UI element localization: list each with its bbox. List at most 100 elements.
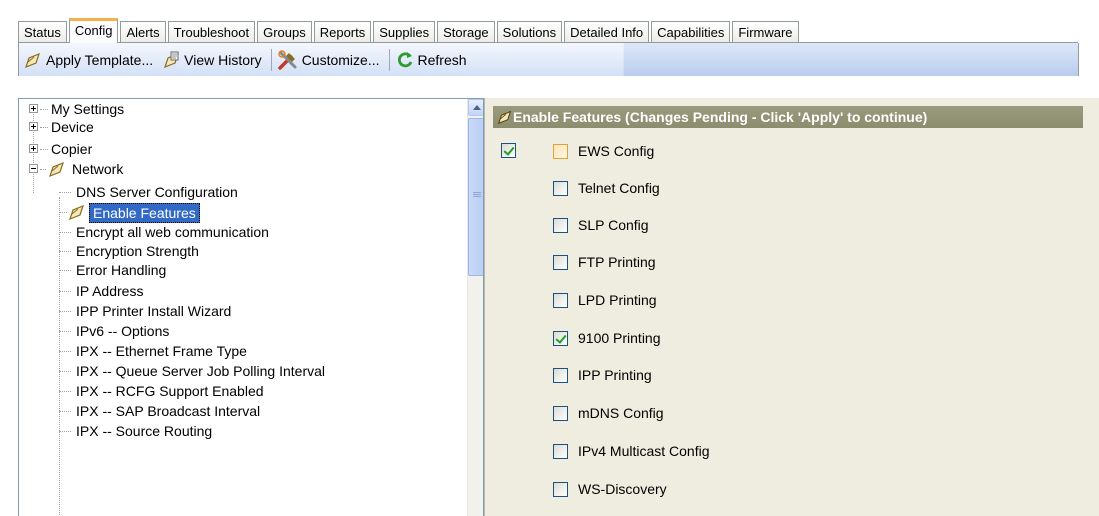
toolbar-fill bbox=[624, 43, 1078, 76]
tree-connector bbox=[40, 169, 46, 170]
expand-icon[interactable] bbox=[29, 144, 38, 153]
tree-connector bbox=[40, 149, 48, 150]
collapse-icon[interactable] bbox=[29, 164, 38, 173]
feature-label: Telnet Config bbox=[578, 180, 660, 196]
tree-item-label: DNS Server Configuration bbox=[76, 184, 238, 200]
tree-connector bbox=[59, 311, 71, 312]
tree-connector bbox=[59, 197, 60, 516]
feature-label: IPv4 Multicast Config bbox=[578, 443, 710, 459]
tree-connector bbox=[59, 411, 71, 412]
feature-ews-config[interactable]: EWS Config bbox=[553, 142, 654, 160]
feature-mdns-config[interactable]: mDNS Config bbox=[553, 404, 664, 422]
expand-icon[interactable] bbox=[29, 122, 38, 131]
tab-troubleshoot[interactable]: Troubleshoot bbox=[167, 21, 256, 43]
tab-firmware[interactable]: Firmware bbox=[732, 21, 799, 43]
tab-capabilities[interactable]: Capabilities bbox=[651, 21, 731, 43]
tree-connector bbox=[59, 331, 71, 332]
customize-label: Customize... bbox=[301, 51, 380, 68]
tree-item-label-selected: Enable Features bbox=[89, 203, 200, 223]
tree-item-label: Error Handling bbox=[76, 262, 167, 278]
checkbox[interactable] bbox=[553, 367, 568, 383]
tree-item-label: Copier bbox=[51, 141, 93, 157]
scroll-thumb[interactable] bbox=[468, 118, 483, 276]
tab-list: Status Config Alerts Troubleshoot Groups… bbox=[18, 18, 801, 43]
feature-label: 9100 Printing bbox=[578, 330, 661, 346]
feature-telnet-config[interactable]: Telnet Config bbox=[553, 179, 660, 197]
tab-detailed-info[interactable]: Detailed Info bbox=[564, 21, 650, 43]
tree-connector bbox=[59, 431, 71, 432]
feature-label: WS-Discovery bbox=[578, 481, 667, 497]
checkbox[interactable] bbox=[553, 180, 568, 196]
apply-template-icon bbox=[25, 52, 40, 68]
feature-lpd-printing[interactable]: LPD Printing bbox=[553, 291, 657, 309]
feature-label: mDNS Config bbox=[578, 405, 664, 421]
tree-connector bbox=[59, 291, 71, 292]
tree-connector bbox=[59, 232, 71, 233]
feature-ipv4-multicast-config[interactable]: IPv4 Multicast Config bbox=[553, 442, 710, 460]
feature-label: FTP Printing bbox=[578, 254, 656, 270]
customize-button[interactable]: Customize... bbox=[275, 47, 386, 73]
tab-reports[interactable]: Reports bbox=[313, 21, 372, 43]
checkbox[interactable] bbox=[553, 330, 568, 346]
tree-connector bbox=[40, 109, 48, 110]
enable-features-icon bbox=[69, 204, 84, 221]
checkbox[interactable] bbox=[553, 254, 568, 270]
tree-connector bbox=[59, 270, 71, 271]
scroll-up-arrow-icon[interactable] bbox=[468, 99, 483, 116]
tree-connector bbox=[59, 391, 71, 392]
tree-connector bbox=[59, 251, 71, 252]
enable-features-master-checkbox[interactable] bbox=[501, 143, 516, 158]
refresh-button[interactable]: Refresh bbox=[393, 47, 473, 73]
tree-connector bbox=[59, 212, 67, 213]
feature-ws-discovery[interactable]: WS-Discovery bbox=[553, 480, 667, 498]
customize-icon bbox=[277, 49, 297, 70]
checkbox[interactable] bbox=[553, 443, 568, 459]
tab-config[interactable]: Config bbox=[68, 18, 119, 43]
panel-header: Enable Features (Changes Pending - Click… bbox=[493, 106, 1083, 128]
tree-item-label: Network bbox=[72, 161, 124, 177]
tree-connector bbox=[59, 371, 71, 372]
feature-panel: Enable Features (Changes Pending - Click… bbox=[484, 98, 1099, 516]
tree-item-label: IPX -- Ethernet Frame Type bbox=[76, 343, 247, 359]
tab-solutions[interactable]: Solutions bbox=[496, 21, 563, 43]
apply-template-button[interactable]: Apply Template... bbox=[21, 47, 159, 73]
panel-header-text: Enable Features (Changes Pending - Click… bbox=[513, 109, 928, 125]
checkbox[interactable] bbox=[553, 217, 568, 233]
tab-supplies[interactable]: Supplies bbox=[373, 21, 436, 43]
refresh-icon bbox=[397, 51, 412, 67]
tree-scrollbar[interactable] bbox=[467, 99, 483, 516]
tree-connector bbox=[59, 192, 71, 193]
feature-9100-printing[interactable]: 9100 Printing bbox=[553, 329, 661, 347]
tab-storage[interactable]: Storage bbox=[437, 21, 495, 43]
toolbar-separator bbox=[270, 48, 272, 71]
tree-item-label: IPX -- SAP Broadcast Interval bbox=[76, 403, 261, 419]
tree-item-label: IPX -- RCFG Support Enabled bbox=[76, 383, 264, 399]
refresh-label: Refresh bbox=[417, 51, 467, 68]
checkbox[interactable] bbox=[553, 292, 568, 308]
tab-status[interactable]: Status bbox=[18, 21, 67, 43]
tab-strip: Status Config Alerts Troubleshoot Groups… bbox=[0, 0, 1099, 44]
tree-item-label: IPX -- Queue Server Job Polling Interval bbox=[76, 363, 326, 379]
feature-ipp-printing[interactable]: IPP Printing bbox=[553, 366, 652, 384]
history-icon bbox=[164, 51, 180, 68]
feature-label: LPD Printing bbox=[578, 292, 657, 308]
settings-tree: My Settings Device Copier Network DNS Se… bbox=[18, 98, 484, 516]
tree-item-label: Encrypt all web communication bbox=[76, 224, 269, 240]
tree-item-label: IPX -- Source Routing bbox=[76, 423, 213, 439]
feature-ftp-printing[interactable]: FTP Printing bbox=[553, 253, 656, 271]
checkbox[interactable] bbox=[553, 405, 568, 421]
expand-icon[interactable] bbox=[29, 104, 38, 113]
view-history-label: View History bbox=[184, 51, 262, 68]
toolbar: Apply Template... View History Customize… bbox=[18, 43, 1079, 76]
feature-label: SLP Config bbox=[578, 217, 649, 233]
toolbar-separator bbox=[388, 48, 390, 71]
tree-item-label: My Settings bbox=[51, 101, 125, 117]
checkbox[interactable] bbox=[553, 481, 568, 497]
tab-alerts[interactable]: Alerts bbox=[120, 21, 166, 43]
feature-slp-config[interactable]: SLP Config bbox=[553, 216, 649, 234]
apply-template-label: Apply Template... bbox=[46, 51, 154, 68]
view-history-button[interactable]: View History bbox=[159, 47, 268, 73]
tab-groups[interactable]: Groups bbox=[257, 21, 312, 43]
toolbar-buttons: Apply Template... View History Customize… bbox=[19, 43, 623, 76]
checkbox[interactable] bbox=[553, 143, 568, 159]
